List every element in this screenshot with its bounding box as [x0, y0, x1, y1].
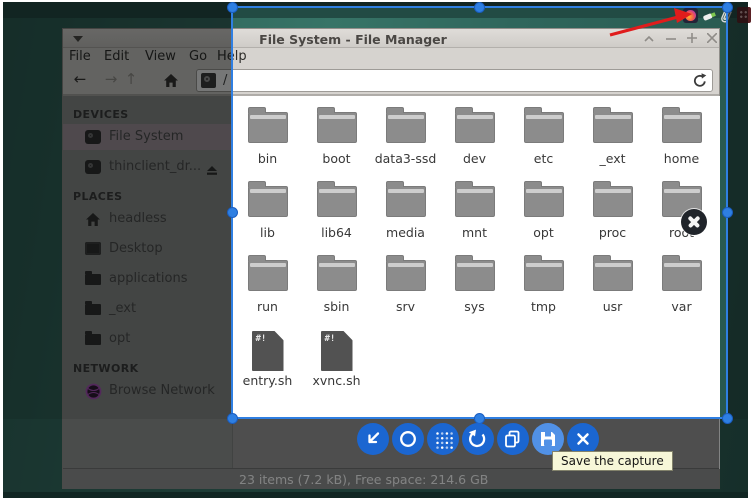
pixelate-tool-button[interactable] [427, 423, 459, 455]
selection-handle-4[interactable] [722, 207, 733, 218]
selection-handle-1[interactable] [474, 2, 485, 13]
copy-button[interactable] [497, 423, 529, 455]
selection-handle-3[interactable] [227, 207, 238, 218]
selection-handle-7[interactable] [722, 413, 733, 424]
undo-button[interactable] [462, 423, 494, 455]
ellipse-tool-button[interactable] [392, 423, 424, 455]
move-selection-button[interactable] [357, 423, 389, 455]
save-tooltip: Save the capture [552, 451, 673, 471]
annotation-arrow [598, 6, 698, 42]
selection-handle-6[interactable] [474, 413, 485, 424]
capture-selection[interactable] [231, 6, 728, 419]
screenshot-stage: File System - File Manager FileEditViewG… [0, 0, 751, 502]
selection-handle-0[interactable] [227, 2, 238, 13]
selection-handle-5[interactable] [227, 413, 238, 424]
dim-overlay-left [3, 6, 231, 419]
selection-handle-2[interactable] [722, 2, 733, 13]
